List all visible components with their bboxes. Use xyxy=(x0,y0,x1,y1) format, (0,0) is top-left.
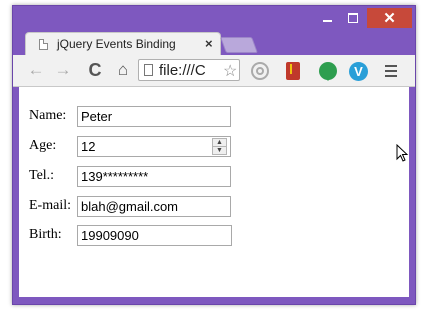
close-icon: ✕ xyxy=(383,10,396,27)
arrow-right-icon: → xyxy=(54,60,72,79)
extension-speech-bubble-icon[interactable] xyxy=(319,62,337,81)
extension-rings-icon[interactable] xyxy=(251,62,269,80)
browser-toolbar: ← → C ⌂ ☆ V xyxy=(13,55,415,87)
birth-label: Birth: xyxy=(29,227,62,242)
birth-input[interactable] xyxy=(77,225,232,246)
tel-input[interactable] xyxy=(77,166,231,187)
age-label: Age: xyxy=(29,138,57,153)
reload-icon: C xyxy=(88,59,102,80)
close-window-button[interactable]: ✕ xyxy=(367,8,412,28)
address-bar[interactable]: ☆ xyxy=(138,59,240,81)
age-input[interactable] xyxy=(77,136,231,157)
forward-button[interactable]: → xyxy=(53,60,73,80)
spin-down-icon[interactable]: ▼ xyxy=(213,147,226,154)
age-spinner[interactable]: ▲ ▼ xyxy=(212,138,227,155)
email-input[interactable] xyxy=(77,196,231,217)
extension-v-icon[interactable]: V xyxy=(349,62,368,81)
name-row: Name: xyxy=(19,106,409,128)
spin-up-icon[interactable]: ▲ xyxy=(213,139,226,147)
extension-v-label: V xyxy=(354,64,363,79)
age-row: Age: ▲ ▼ xyxy=(19,136,409,158)
page-content: Name: Age: ▲ ▼ Tel.: E-mail: Birth: xyxy=(19,87,409,297)
name-label: Name: xyxy=(29,108,67,123)
home-button[interactable]: ⌂ xyxy=(113,60,133,80)
home-icon: ⌂ xyxy=(117,60,129,79)
minimize-button[interactable] xyxy=(315,8,339,28)
extension-book-icon[interactable] xyxy=(286,62,300,80)
address-input[interactable] xyxy=(159,60,229,80)
reload-button[interactable]: C xyxy=(85,60,105,80)
tab-close-icon[interactable]: × xyxy=(205,36,213,51)
arrow-left-icon: ← xyxy=(27,60,45,79)
page-icon xyxy=(144,64,153,76)
minimize-icon xyxy=(322,20,332,22)
bookmark-star-icon[interactable]: ☆ xyxy=(223,61,238,80)
tel-label: Tel.: xyxy=(29,168,55,183)
browser-window: ✕ jQuery Events Binding × ← → C ⌂ ☆ V xyxy=(12,5,416,305)
page-icon xyxy=(39,39,48,50)
menu-icon[interactable] xyxy=(385,65,397,77)
birth-row: Birth: xyxy=(19,225,409,247)
back-button[interactable]: ← xyxy=(26,60,46,80)
maximize-icon xyxy=(348,13,358,23)
tel-row: Tel.: xyxy=(19,166,409,188)
new-tab-button[interactable] xyxy=(220,37,258,53)
email-label: E-mail: xyxy=(29,198,71,213)
maximize-button[interactable] xyxy=(341,8,365,28)
tab-jquery-events-binding[interactable]: jQuery Events Binding × xyxy=(25,32,221,56)
email-row: E-mail: xyxy=(19,196,409,218)
name-input[interactable] xyxy=(77,106,231,127)
tab-title: jQuery Events Binding xyxy=(57,37,176,51)
mouse-cursor-icon xyxy=(396,144,409,162)
